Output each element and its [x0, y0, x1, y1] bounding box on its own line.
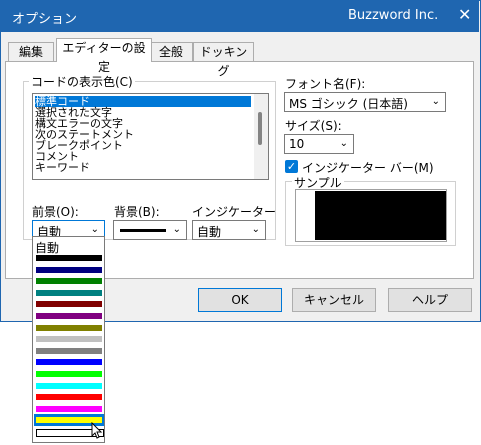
tab-editor-settings[interactable]: エディターの設定: [56, 38, 152, 74]
indicator-value: 自動: [197, 225, 222, 239]
window-title: オプション: [12, 12, 78, 27]
code-colors-label: コードの表示色(C): [29, 73, 135, 90]
black-line-swatch: [120, 229, 166, 232]
close-icon[interactable]: ✕: [458, 5, 471, 24]
dropdown-color-option[interactable]: [36, 301, 102, 308]
foreground-dropdown-list[interactable]: 自動: [32, 236, 105, 443]
help-button[interactable]: ヘルプ: [388, 288, 472, 312]
dropdown-color-option[interactable]: [36, 347, 102, 354]
dropdown-color-option[interactable]: [36, 359, 102, 366]
scrollbar-thumb[interactable]: [258, 112, 262, 145]
dropdown-color-option[interactable]: [36, 313, 102, 319]
chevron-down-icon: ⌄: [339, 138, 348, 149]
background-select[interactable]: ⌄: [113, 220, 187, 240]
chevron-down-icon: ⌄: [172, 224, 181, 235]
size-label: サイズ(S):: [285, 119, 342, 133]
chevron-down-icon: ⌄: [431, 96, 440, 107]
code-colors-list[interactable]: 標準コード 選択された文字 構文エラーの文字 次のステートメント ブレークポイン…: [32, 93, 269, 180]
dropdown-option-auto[interactable]: 自動: [35, 239, 59, 256]
chevron-down-icon: ⌄: [251, 224, 260, 235]
chevron-down-icon: ⌄: [90, 224, 99, 235]
check-icon[interactable]: ✓: [285, 160, 298, 173]
foreground-label: 前景(O):: [32, 205, 79, 219]
brand-label: Buzzword Inc.: [348, 8, 439, 23]
dropdown-color-option[interactable]: [36, 255, 102, 261]
dropdown-color-option[interactable]: [36, 278, 102, 285]
font-label: フォント名(F):: [285, 77, 366, 91]
tab-general[interactable]: 全般: [149, 42, 193, 61]
dropdown-color-option[interactable]: [36, 394, 102, 401]
dropdown-color-option[interactable]: [36, 336, 102, 343]
size-value: 10: [289, 137, 305, 151]
dropdown-color-option[interactable]: [36, 324, 102, 331]
cancel-button[interactable]: キャンセル: [292, 288, 376, 312]
dropdown-color-option[interactable]: [36, 371, 102, 377]
sample-preview-black: [315, 191, 446, 240]
tab-docking[interactable]: ドッキング: [193, 42, 254, 78]
size-select[interactable]: 10 ⌄: [284, 134, 354, 154]
background-label: 背景(B):: [114, 205, 160, 219]
dropdown-color-option[interactable]: [36, 289, 102, 296]
dropdown-color-option[interactable]: [36, 266, 102, 273]
tab-edit[interactable]: 編集: [8, 42, 54, 61]
indicator-label: インジケーター: [192, 205, 277, 219]
dropdown-color-option[interactable]: [36, 405, 102, 412]
font-value: MS ゴシック (日本語): [289, 97, 408, 111]
indicator-select[interactable]: 自動 ⌄: [192, 220, 266, 240]
mouse-cursor-icon: [91, 422, 103, 439]
list-item[interactable]: キーワード: [35, 162, 251, 173]
dropdown-color-option[interactable]: [36, 382, 102, 389]
font-select[interactable]: MS ゴシック (日本語) ⌄: [284, 92, 446, 112]
ok-button[interactable]: OK: [198, 288, 282, 312]
